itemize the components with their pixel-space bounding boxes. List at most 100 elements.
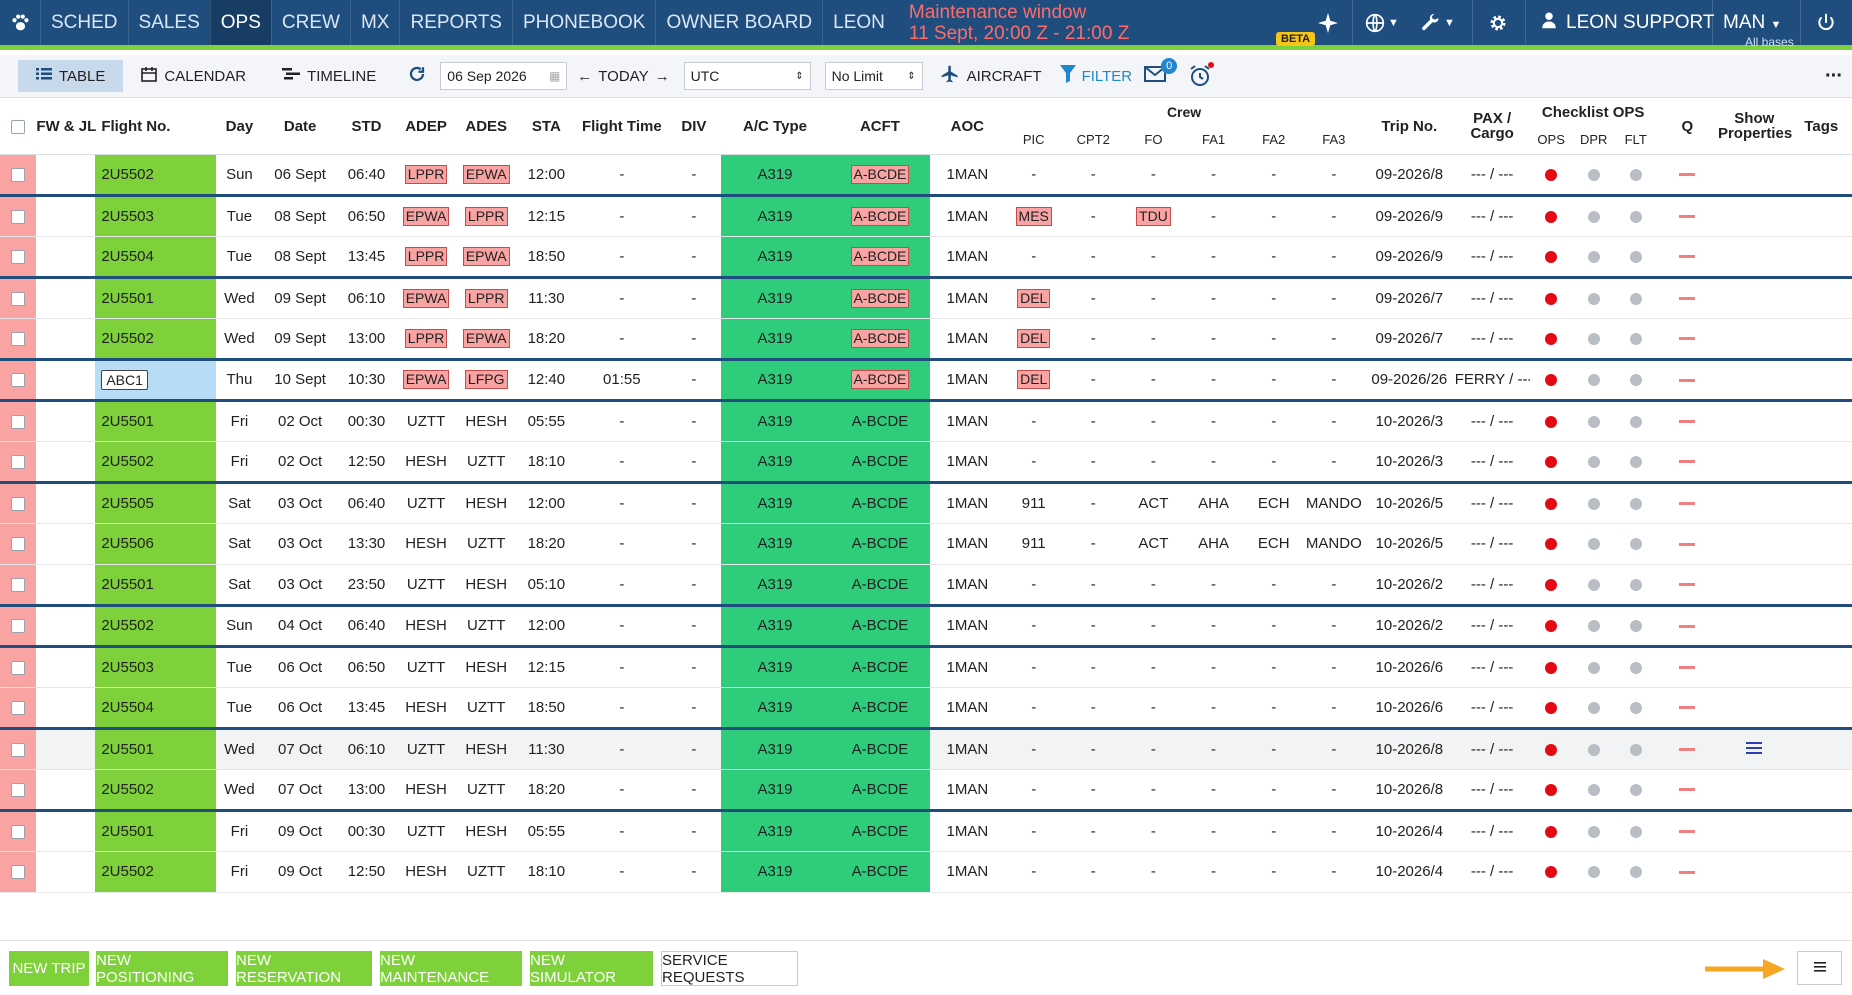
- table-row[interactable]: 2U5503 Tue 06 Oct 06:50 UZTT HESH 12:15 - - A319 A…: [0, 644, 1852, 688]
- checklist-ops-status-dot[interactable]: [1545, 538, 1558, 551]
- menu-button[interactable]: [1797, 951, 1842, 985]
- checklist-flt-status-dot[interactable]: [1629, 701, 1642, 714]
- q-status-dash[interactable]: [1679, 460, 1696, 464]
- refresh-icon[interactable]: [408, 65, 426, 87]
- globe-icon[interactable]: ▼: [1358, 0, 1406, 45]
- checklist-flt-status-dot[interactable]: [1629, 210, 1642, 223]
- col-q[interactable]: Q: [1656, 99, 1718, 155]
- nav-item-phonebook[interactable]: PHONEBOOK: [511, 0, 655, 45]
- row-checkbox[interactable]: [11, 700, 26, 715]
- checklist-dpr-status-dot[interactable]: [1587, 866, 1600, 879]
- checklist-dpr-status-dot[interactable]: [1587, 168, 1600, 181]
- wrench-icon[interactable]: ▼: [1414, 0, 1462, 45]
- col-fa1[interactable]: FA1: [1183, 125, 1244, 155]
- row-checkbox[interactable]: [11, 619, 26, 634]
- checklist-flt-status-dot[interactable]: [1629, 415, 1642, 428]
- table-row[interactable]: 2U5501 Fri 02 Oct 00:30 UZTT HESH 05:55 - - A319 A…: [0, 398, 1852, 442]
- checklist-dpr-status-dot[interactable]: [1587, 825, 1600, 838]
- row-checkbox[interactable]: [11, 454, 26, 469]
- checklist-ops-status-dot[interactable]: [1545, 701, 1558, 714]
- table-row[interactable]: 2U5501 Sat 03 Oct 23:50 UZTT HESH 05:10 - - A319 A…: [0, 564, 1852, 606]
- q-status-dash[interactable]: [1679, 255, 1696, 259]
- row-checkbox[interactable]: [11, 824, 26, 839]
- checklist-dpr-status-dot[interactable]: [1587, 701, 1600, 714]
- col-adep[interactable]: ADEP: [396, 99, 457, 155]
- q-status-dash[interactable]: [1679, 870, 1696, 874]
- row-checkbox[interactable]: [11, 537, 26, 552]
- checklist-dpr-status-dot[interactable]: [1587, 332, 1600, 345]
- col-date[interactable]: Date: [263, 99, 337, 155]
- q-status-dash[interactable]: [1679, 215, 1696, 219]
- flight-no-cell[interactable]: 2U5506: [95, 523, 216, 565]
- row-checkbox[interactable]: [11, 742, 26, 757]
- table-row[interactable]: 2U5506 Sat 03 Oct 13:30 HESH UZTT 18:20 - - A319 A…: [0, 523, 1852, 565]
- col-std[interactable]: STD: [337, 99, 396, 155]
- arrow-right-icon[interactable]: →: [655, 68, 670, 85]
- q-status-dash[interactable]: [1679, 378, 1696, 382]
- col-fw-jl[interactable]: FW & JL: [36, 99, 96, 155]
- nav-item-crew[interactable]: CREW: [270, 0, 350, 45]
- row-checkbox[interactable]: [11, 291, 26, 306]
- flight-no-cell[interactable]: 2U5502: [95, 769, 216, 811]
- flight-no-cell[interactable]: ABC1: [95, 357, 216, 401]
- new-reservation-button[interactable]: NEW RESERVATION: [236, 951, 372, 986]
- checklist-flt-status-dot[interactable]: [1629, 374, 1642, 387]
- sparkle-icon[interactable]: [1310, 0, 1346, 45]
- checklist-dpr-status-dot[interactable]: [1587, 743, 1600, 756]
- row-checkbox[interactable]: [11, 660, 26, 675]
- col-day[interactable]: Day: [215, 99, 264, 155]
- gear-icon[interactable]: [1478, 0, 1518, 45]
- col-acft[interactable]: ACFT: [829, 99, 931, 155]
- nav-item-sales[interactable]: SALES: [127, 0, 210, 45]
- nav-item-sched[interactable]: SCHED: [40, 0, 128, 45]
- flight-no-cell[interactable]: 2U5502: [95, 441, 216, 483]
- checklist-ops-status-dot[interactable]: [1545, 497, 1558, 510]
- col-div[interactable]: DIV: [667, 99, 721, 155]
- table-row[interactable]: 2U5505 Sat 03 Oct 06:40 UZTT HESH 12:00 - - A319 A…: [0, 480, 1852, 524]
- col-cpt2[interactable]: CPT2: [1063, 125, 1124, 155]
- arrow-left-icon[interactable]: ←: [577, 68, 592, 85]
- checklist-flt-status-dot[interactable]: [1629, 292, 1642, 305]
- checklist-flt-status-dot[interactable]: [1629, 825, 1642, 838]
- row-checkbox[interactable]: [11, 373, 26, 388]
- col-ades[interactable]: ADES: [456, 99, 517, 155]
- row-checkbox[interactable]: [11, 865, 26, 880]
- flight-no-cell[interactable]: 2U5503: [95, 193, 216, 237]
- checklist-dpr-status-dot[interactable]: [1587, 250, 1600, 263]
- row-checkbox[interactable]: [11, 496, 26, 511]
- new-trip-button[interactable]: NEW TRIP: [9, 951, 89, 986]
- checklist-flt-status-dot[interactable]: [1629, 455, 1642, 468]
- checklist-flt-status-dot[interactable]: [1629, 250, 1642, 263]
- checklist-ops-status-dot[interactable]: [1545, 292, 1558, 305]
- col-sta[interactable]: STA: [516, 99, 577, 155]
- q-status-dash[interactable]: [1679, 173, 1696, 177]
- table-row[interactable]: 2U5502 Fri 09 Oct 12:50 HESH UZTT 18:10 - - A319 A…: [0, 851, 1852, 893]
- checklist-flt-status-dot[interactable]: [1629, 168, 1642, 181]
- q-status-dash[interactable]: [1679, 502, 1696, 506]
- row-checkbox[interactable]: [11, 577, 26, 592]
- table-row[interactable]: 2U5501 Fri 09 Oct 00:30 UZTT HESH 05:55 - - A319 A…: [0, 808, 1852, 852]
- checklist-dpr-status-dot[interactable]: [1587, 292, 1600, 305]
- row-checkbox[interactable]: [11, 414, 26, 429]
- table-row[interactable]: 2U5501 Wed 09 Sept 06:10 EPWA LPPR 11:30 - - A319…: [0, 275, 1852, 319]
- col-pax-cargo[interactable]: PAX / Cargo: [1454, 99, 1530, 155]
- col-trip-no[interactable]: Trip No.: [1363, 99, 1455, 155]
- checklist-ops-status-dot[interactable]: [1545, 332, 1558, 345]
- table-row[interactable]: 2U5502 Wed 07 Oct 13:00 HESH UZTT 18:20 - - A319 A…: [0, 769, 1852, 811]
- row-checkbox[interactable]: [11, 167, 26, 182]
- limit-select[interactable]: No Limit ⇕: [824, 62, 923, 90]
- checklist-dpr-status-dot[interactable]: [1587, 415, 1600, 428]
- date-picker[interactable]: 06 Sep 2026 ▦: [440, 62, 568, 90]
- checklist-ops-status-dot[interactable]: [1545, 743, 1558, 756]
- checklist-ops-status-dot[interactable]: [1545, 455, 1558, 468]
- q-status-dash[interactable]: [1679, 748, 1696, 752]
- flight-no-cell[interactable]: 2U5504: [95, 236, 216, 278]
- flight-no-cell[interactable]: 2U5505: [95, 480, 216, 524]
- user-menu[interactable]: LEON SUPPORT: [1540, 0, 1715, 45]
- col-ac-type[interactable]: A/C Type: [720, 99, 830, 155]
- new-simulator-button[interactable]: NEW SIMULATOR: [530, 951, 653, 986]
- view-table-button[interactable]: TABLE: [18, 60, 124, 92]
- q-status-dash[interactable]: [1679, 624, 1696, 628]
- row-checkbox[interactable]: [11, 331, 26, 346]
- checklist-dpr-status-dot[interactable]: [1587, 620, 1600, 633]
